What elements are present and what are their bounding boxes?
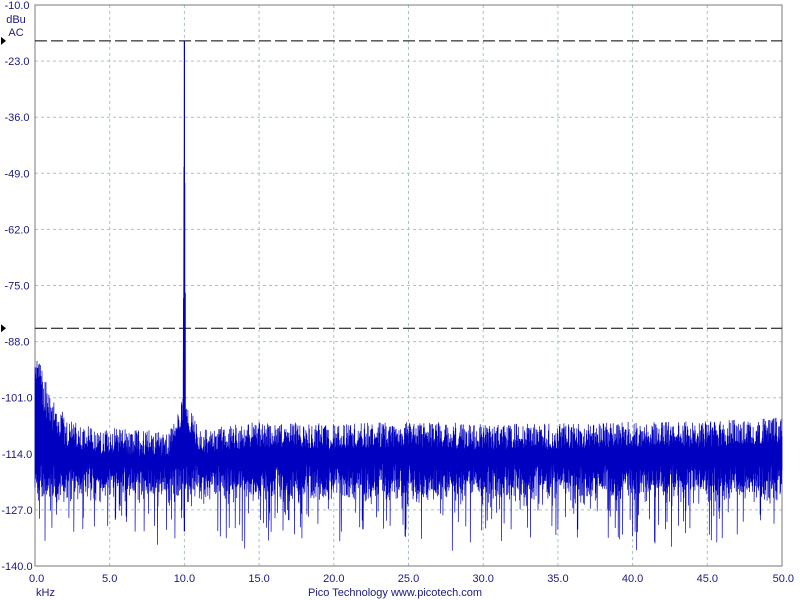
marker-arrow	[1, 324, 6, 333]
x-tick-label: 5.0	[102, 573, 117, 585]
x-tick-label: 40.0	[622, 573, 643, 585]
x-tick-label: 45.0	[697, 573, 718, 585]
x-tick-label: 0.0	[29, 573, 44, 585]
x-tick-labels: 0.0 5.0 10.0 15.0 20.0 25.0 30.0 35.0 40.0 45.0 50…	[29, 573, 794, 585]
coupling-label: AC	[8, 27, 24, 39]
y-tick-labels: -10.0 -23.0 -36.0 -49.0 -62.0 -75.0 -88.0 -101.…	[1, 0, 32, 573]
spectrum-chart: -10.0 -23.0 -36.0 -49.0 -62.0 -75.0 -88.0 -101.…	[0, 0, 800, 600]
y-tick-label: -10.0	[4, 0, 29, 12]
y-tick-label: -101.0	[1, 393, 32, 405]
y-tick-label: -36.0	[4, 112, 29, 124]
y-tick-label: -49.0	[4, 168, 29, 180]
x-tick-label: 15.0	[248, 573, 269, 585]
y-tick-label: -114.0	[2, 449, 32, 461]
y-tick-label: -140.0	[1, 561, 32, 573]
y-tick-label: -75.0	[4, 281, 29, 293]
x-tick-label: 35.0	[547, 573, 568, 585]
noise-trace	[34, 54, 783, 551]
x-tick-label: 10.0	[174, 573, 195, 585]
x-tick-label: 20.0	[323, 573, 344, 585]
y-tick-label: -23.0	[4, 56, 29, 68]
x-tick-label: 50.0	[773, 573, 794, 585]
spectrum-plot: -10.0 -23.0 -36.0 -49.0 -62.0 -75.0 -88.0 -101.…	[1, 0, 794, 585]
marker-layer	[1, 36, 782, 333]
y-tick-label: -127.0	[1, 505, 32, 517]
y-axis-unit: dBu	[6, 14, 26, 26]
x-tick-label: 25.0	[398, 573, 419, 585]
x-axis-unit: kHz	[36, 587, 55, 599]
y-tick-label: -62.0	[4, 224, 29, 236]
y-tick-label: -88.0	[4, 337, 29, 349]
x-tick-label: 30.0	[472, 573, 493, 585]
credit-label: Pico Technology www.picotech.com	[308, 587, 483, 599]
